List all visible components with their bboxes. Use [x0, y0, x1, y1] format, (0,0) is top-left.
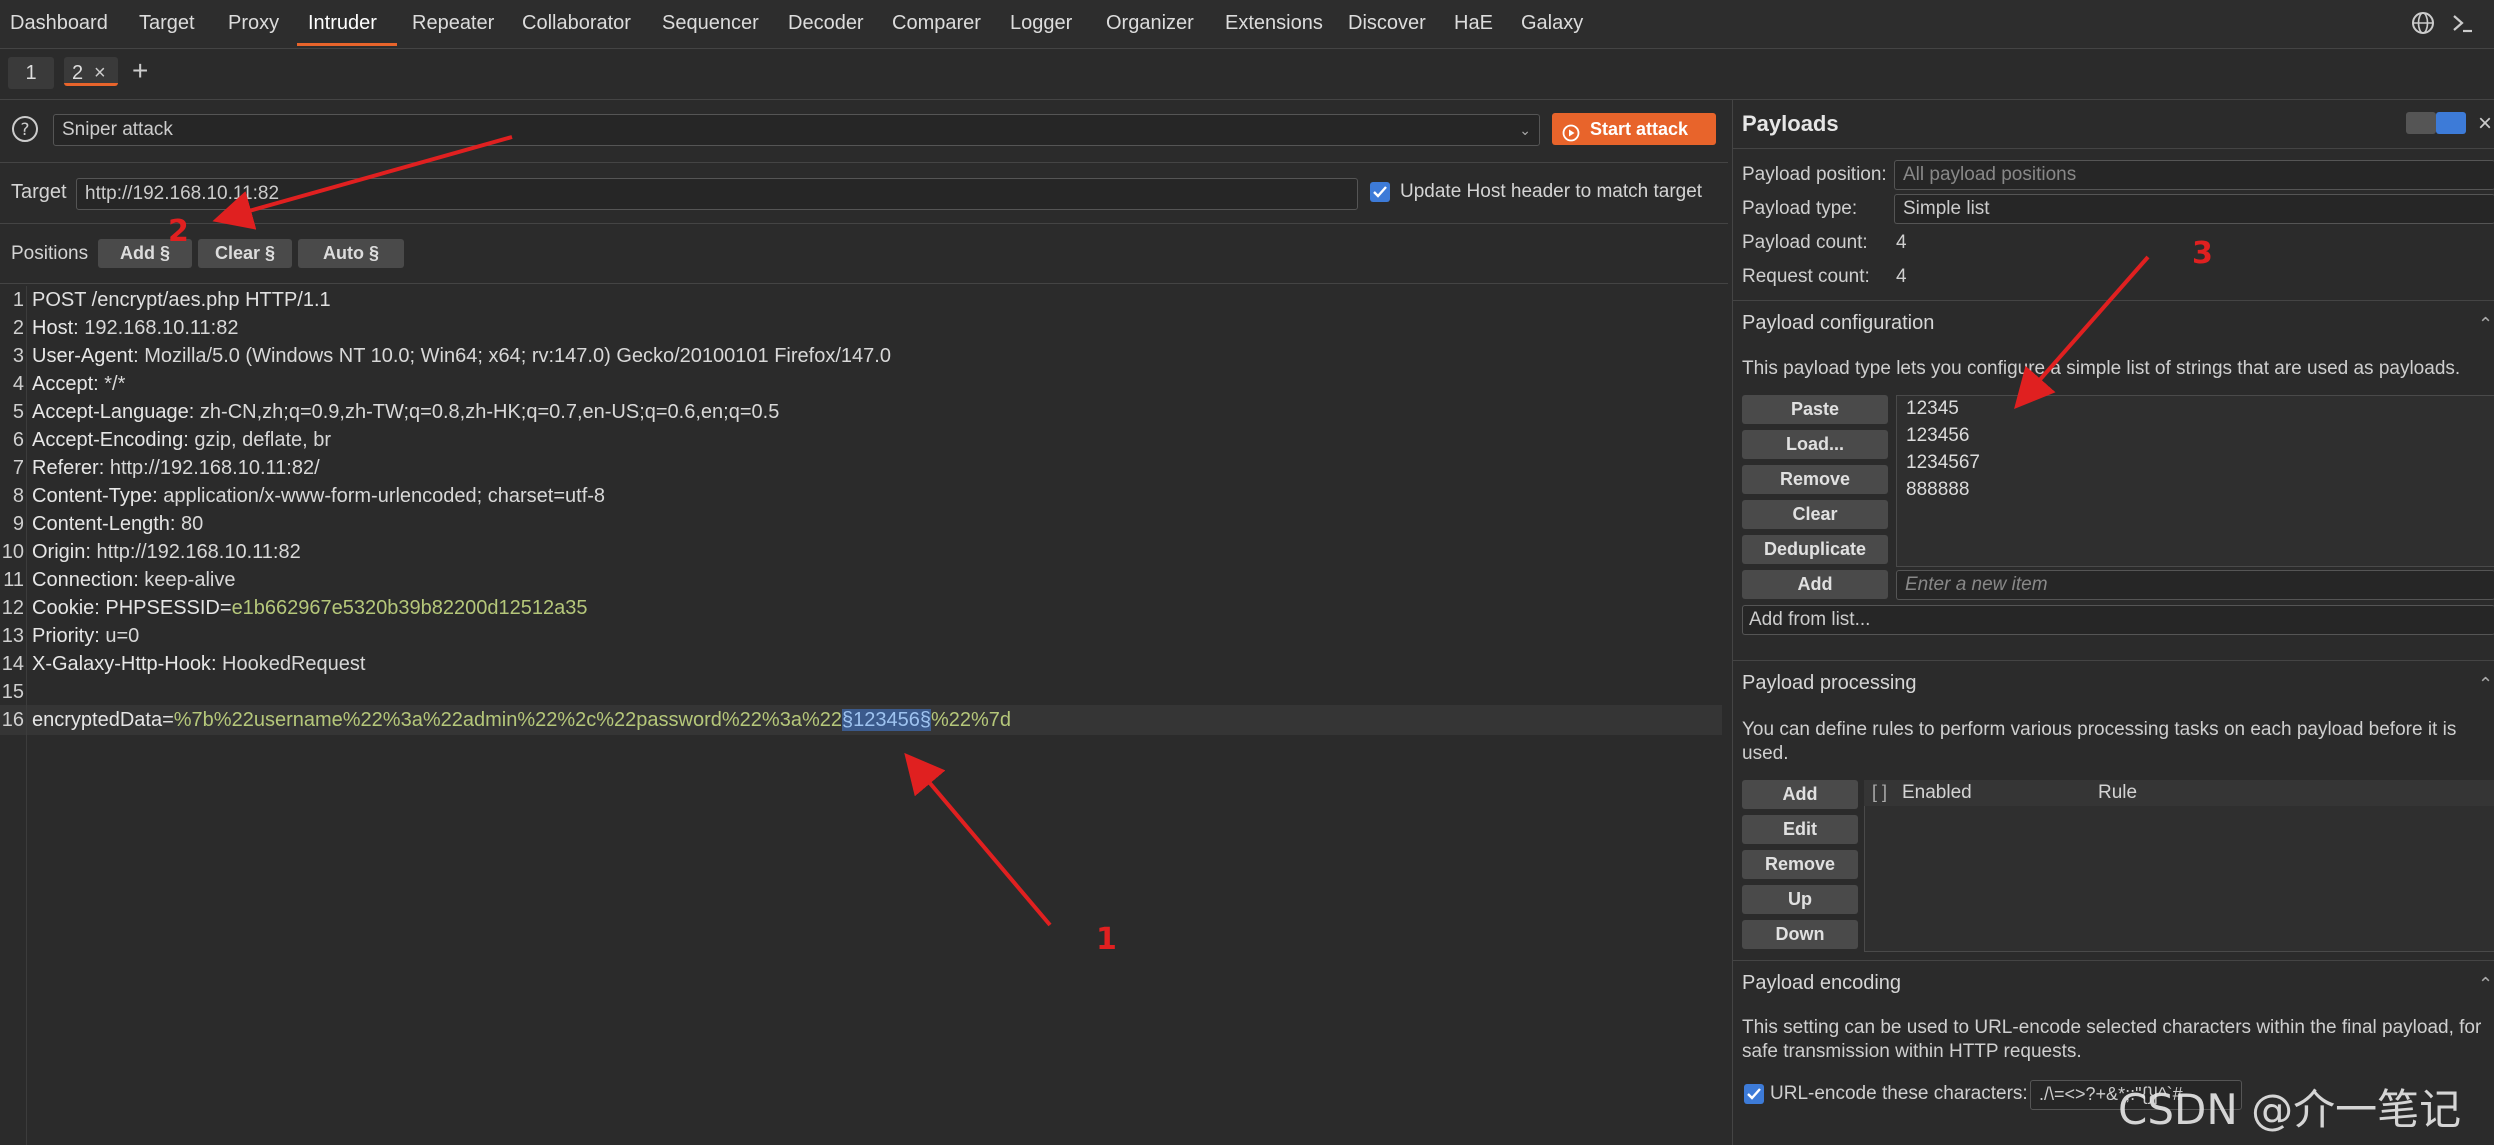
annotation-arrow-1: [904, 752, 1052, 927]
watermark: CSDN @介一笔记: [2118, 1085, 2462, 1134]
annotation-label-3: 3: [2192, 236, 2213, 271]
annotation-label-1: 1: [1096, 922, 1117, 957]
annotation-arrow-2: [212, 135, 513, 230]
annotation-arrow-3: [2014, 255, 2150, 410]
annotation-overlay: [212, 135, 2150, 927]
annotation-label-2: 2: [168, 214, 189, 249]
